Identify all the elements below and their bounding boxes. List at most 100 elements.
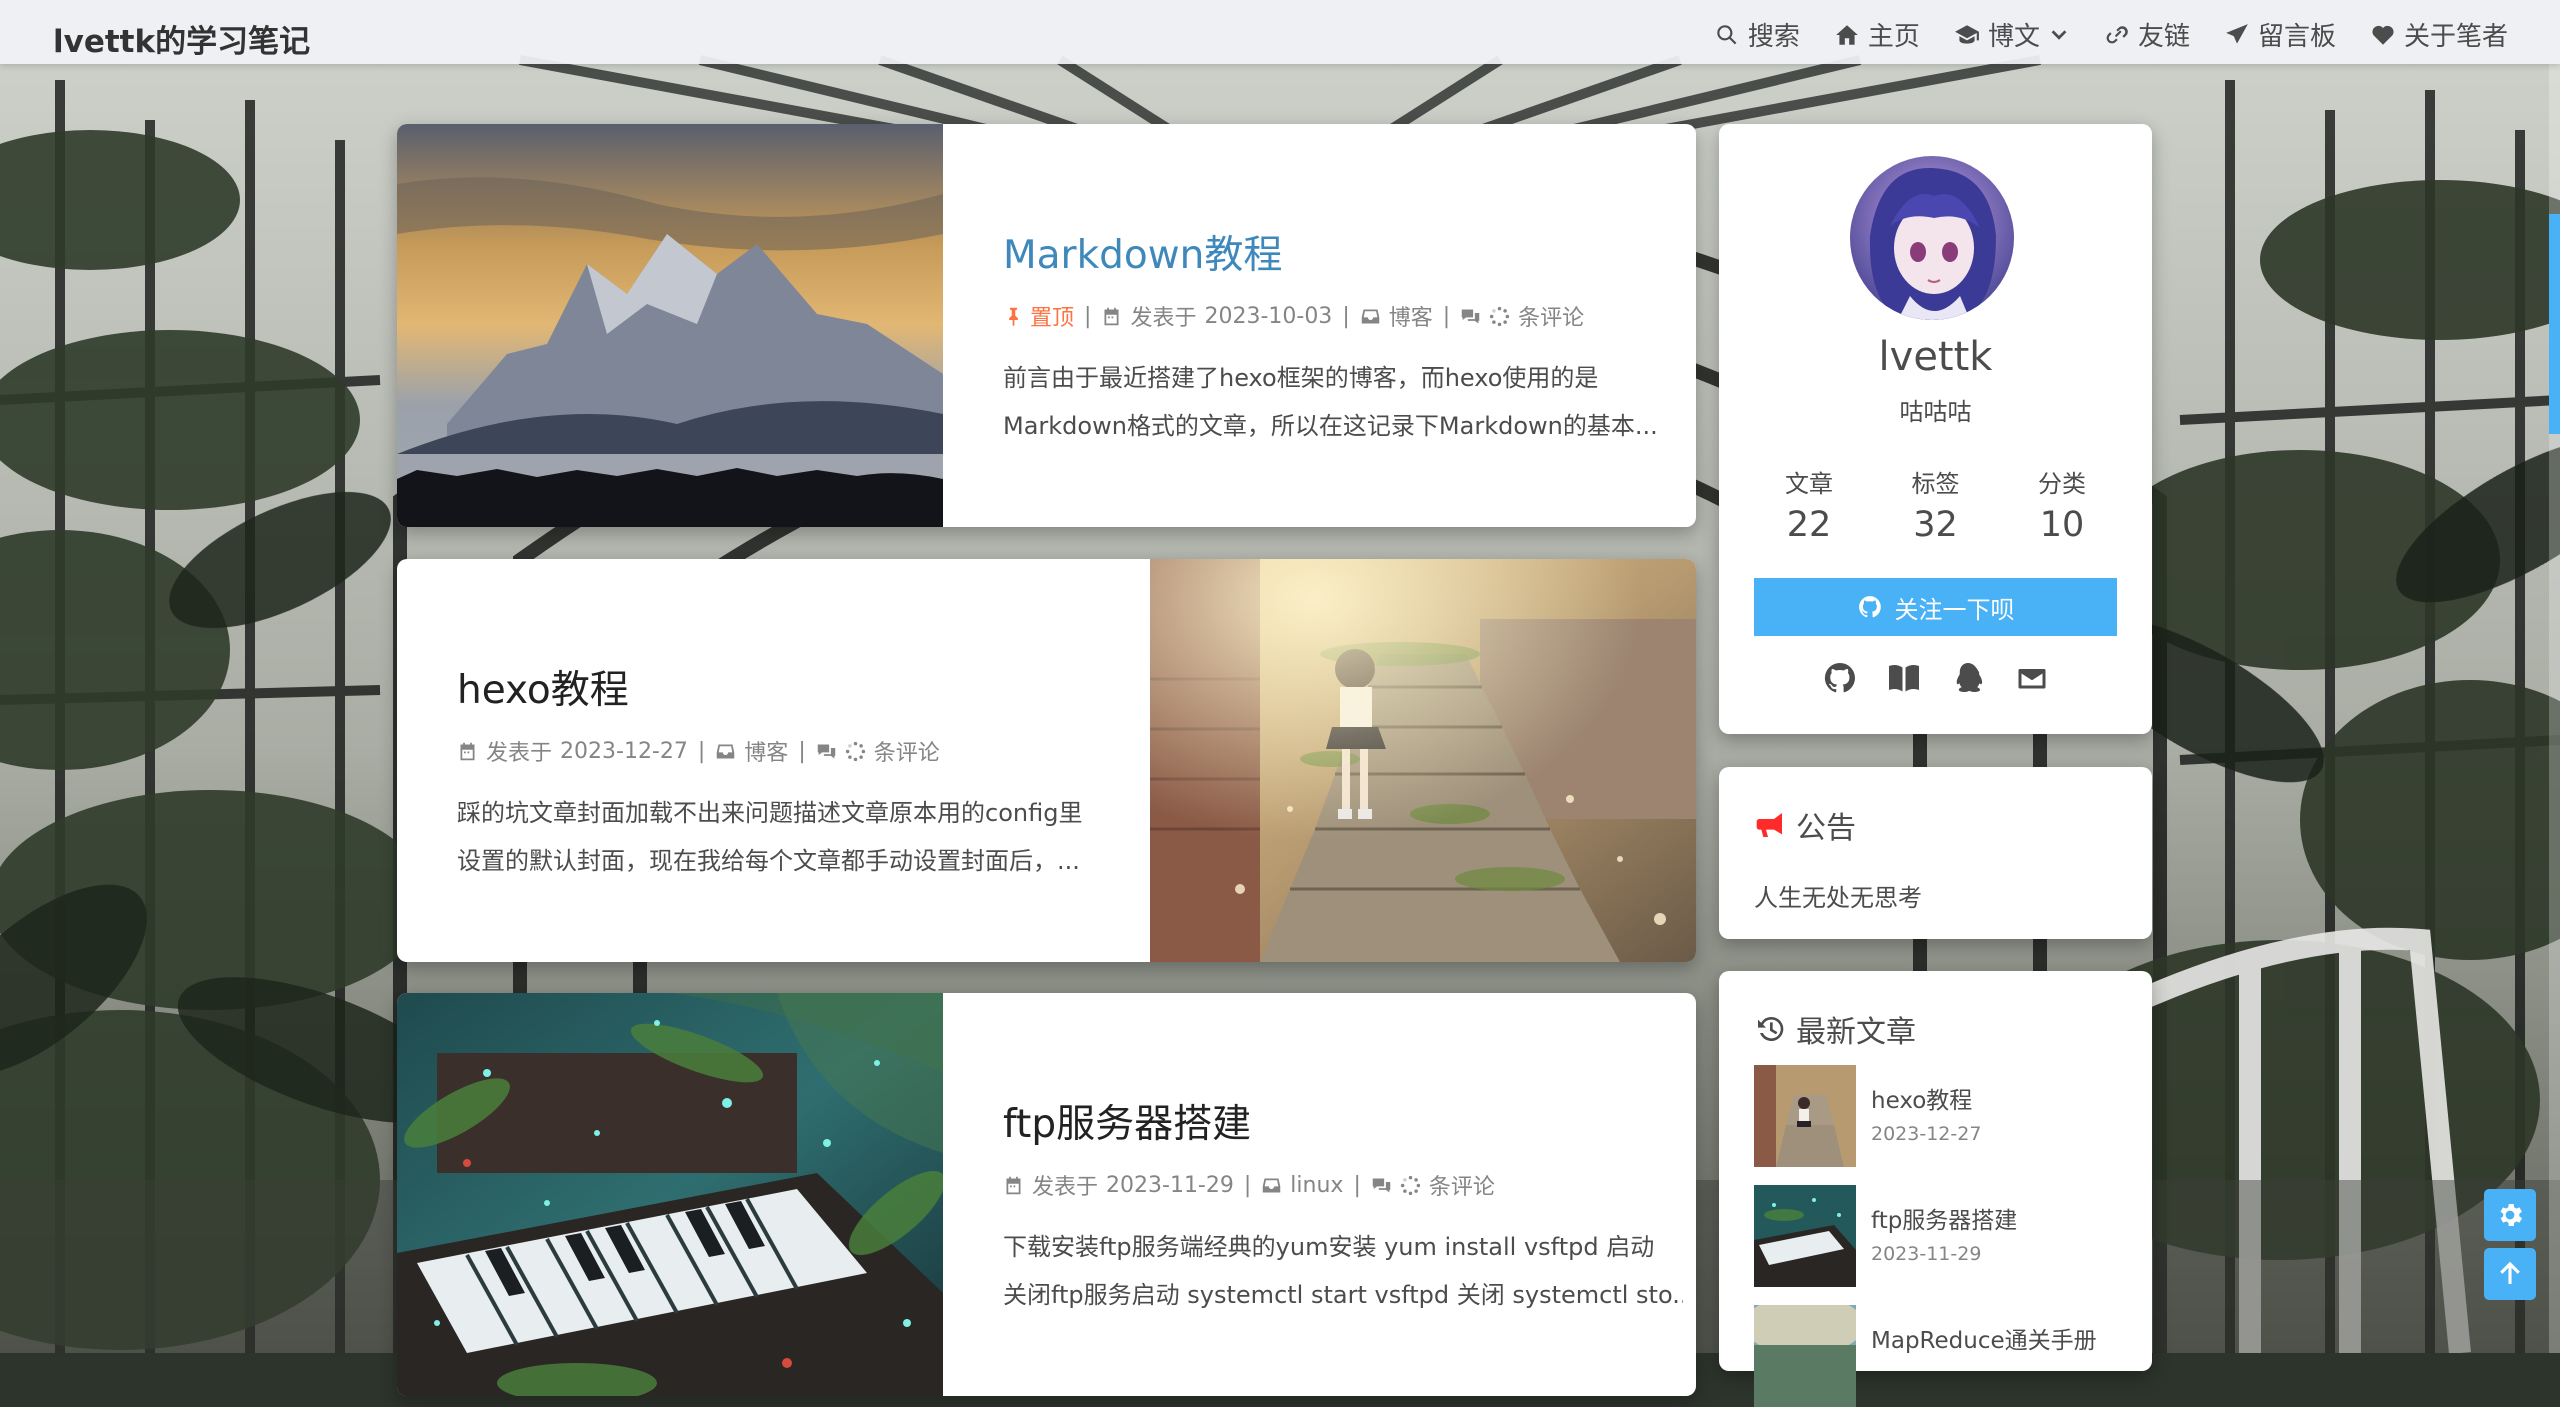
excerpt-line: 前言由于最近搭建了hexo框架的博客，而hexo使用的是 bbox=[1003, 364, 1599, 392]
nav-item-label: 搜索 bbox=[1747, 22, 1800, 52]
recent-post-thumbnail[interactable] bbox=[1754, 1305, 1856, 1407]
meta-separator: | bbox=[798, 738, 806, 764]
post-card[interactable]: hexo教程 发表于 2023-12-27 | 博客 | 条评论 踩的坑文章封面… bbox=[397, 559, 1696, 962]
nav-item-about[interactable]: 关于笔者 bbox=[2370, 16, 2508, 53]
recent-post-thumbnail[interactable] bbox=[1754, 1065, 1856, 1167]
post-date-prefix: 发表于 bbox=[486, 741, 553, 766]
nav-item-links[interactable]: 友链 bbox=[2104, 16, 2190, 53]
arrow-up-icon bbox=[2500, 1261, 2520, 1284]
nav-item-home[interactable]: 主页 bbox=[1834, 16, 1920, 53]
post-meta: 发表于 2023-11-29 | linux | 条评论 bbox=[1003, 1169, 1683, 1201]
author-name: lvettk bbox=[1878, 334, 1993, 380]
post-cover-anime-girl-on-stairs-image[interactable] bbox=[1150, 559, 1696, 962]
settings-button[interactable] bbox=[2484, 1189, 2536, 1241]
author-card: lvettk 咕咕咕 文章 22 标签 32 分类 10 关注一下呗 bbox=[1719, 124, 2152, 734]
github-icon bbox=[1858, 596, 1881, 618]
stat-tags[interactable]: 标签 32 bbox=[1881, 464, 1991, 545]
post-meta: 置顶 | 发表于 2023-10-03 | 博客 | 条评论 bbox=[1003, 300, 1683, 332]
scrollbar-thumb[interactable] bbox=[2549, 214, 2560, 434]
meta-separator: | bbox=[1342, 303, 1350, 329]
bullhorn-icon bbox=[1756, 813, 1782, 837]
sticky-label: 置顶 bbox=[1030, 306, 1075, 331]
avatar[interactable] bbox=[1850, 156, 2014, 320]
heart-icon bbox=[2372, 25, 2394, 45]
recent-post-title[interactable]: hexo教程 bbox=[1871, 1081, 1972, 1115]
nav-item-label: 主页 bbox=[1867, 22, 1920, 52]
inbox-icon bbox=[717, 744, 735, 758]
nav-item-guestbook[interactable]: 留言板 bbox=[2224, 16, 2336, 53]
post-category[interactable]: linux bbox=[1290, 1173, 1343, 1198]
meta-separator: | bbox=[1243, 1172, 1252, 1198]
recent-post-item[interactable]: MapReduce通关手册 bbox=[1754, 1305, 2117, 1407]
loading-spinner-icon bbox=[1400, 1175, 1420, 1195]
recent-post-item[interactable]: ftp服务器搭建 2023-11-29 bbox=[1754, 1185, 2117, 1287]
follow-button[interactable]: 关注一下呗 bbox=[1754, 578, 2117, 636]
nav-item-search[interactable]: 搜索 bbox=[1714, 16, 1800, 53]
recent-posts-heading: 最新文章 bbox=[1754, 1007, 1916, 1051]
comments-icon bbox=[817, 744, 835, 758]
post-info: hexo教程 发表于 2023-12-27 | 博客 | 条评论 踩的坑文章封面… bbox=[457, 659, 1137, 885]
github-icon[interactable] bbox=[1822, 660, 1858, 696]
recent-posts-card: 最新文章 hexo教程 2023-12-27 ftp服务器搭建 2023-11-… bbox=[1719, 971, 2152, 1407]
nav-item-label: 博文 bbox=[1987, 22, 2040, 52]
post-info: ftp服务器搭建 发表于 2023-11-29 | linux | 条评论 下载… bbox=[1003, 1093, 1683, 1319]
post-title[interactable]: ftp服务器搭建 bbox=[1003, 1093, 1683, 1149]
post-excerpt: 踩的坑文章封面加载不出来问题描述文章原本用的config里 设置的默认封面，现在… bbox=[457, 789, 1137, 885]
nav-item-posts[interactable]: 博文 bbox=[1954, 16, 2070, 53]
excerpt-line: 设置的默认封面，现在我给每个文章都手动设置封面后，... bbox=[457, 847, 1080, 875]
social-links bbox=[1719, 660, 2152, 696]
post-date: 2023-11-29 bbox=[1106, 1172, 1234, 1198]
qq-icon[interactable] bbox=[1950, 660, 1986, 696]
back-to-top-button[interactable] bbox=[2484, 1248, 2536, 1300]
stat-categories[interactable]: 分类 10 bbox=[2007, 464, 2117, 545]
link-icon bbox=[2106, 25, 2128, 43]
post-category[interactable]: 博客 bbox=[744, 735, 788, 767]
stat-articles[interactable]: 文章 22 bbox=[1754, 464, 1864, 545]
book-icon[interactable] bbox=[1886, 660, 1922, 696]
graduation-cap-icon bbox=[1955, 24, 1979, 44]
post-date: 2023-10-03 bbox=[1204, 303, 1333, 329]
recent-post-item[interactable]: hexo教程 2023-12-27 bbox=[1754, 1065, 2117, 1167]
stat-value: 22 bbox=[1786, 505, 1832, 545]
nav-menu: 搜索 主页 博文 友链 留言板 关于笔者 bbox=[1714, 16, 2508, 53]
nav-item-label: 友链 bbox=[2137, 22, 2190, 52]
post-comments-label[interactable]: 条评论 bbox=[1429, 1169, 1495, 1201]
recent-post-title[interactable]: MapReduce通关手册 bbox=[1871, 1321, 2097, 1355]
site-title[interactable]: lvettk的学习笔记 bbox=[53, 16, 310, 61]
loading-spinner-icon bbox=[845, 741, 865, 761]
history-icon bbox=[1758, 1016, 1784, 1041]
post-comments-label[interactable]: 条评论 bbox=[1518, 300, 1584, 332]
inbox-icon bbox=[1263, 1178, 1281, 1192]
post-title[interactable]: hexo教程 bbox=[457, 659, 1137, 715]
stat-value: 32 bbox=[1913, 505, 1958, 545]
post-card[interactable]: ftp服务器搭建 发表于 2023-11-29 | linux | 条评论 下载… bbox=[397, 993, 1696, 1396]
post-date: 2023-12-27 bbox=[560, 738, 688, 764]
comments-icon bbox=[1372, 1178, 1391, 1192]
announcement-text: 人生无处无思考 bbox=[1754, 884, 1922, 912]
stat-value: 10 bbox=[2039, 505, 2085, 545]
post-cover-overgrown-piano-image[interactable] bbox=[397, 993, 943, 1396]
post-excerpt: 下载安装ftp服务端经典的yum安装 yum install vsftpd 启动… bbox=[1003, 1223, 1683, 1319]
post-meta: 发表于 2023-12-27 | 博客 | 条评论 bbox=[457, 735, 1137, 767]
post-date-prefix: 发表于 bbox=[1130, 306, 1197, 331]
calendar-icon bbox=[1006, 1176, 1021, 1194]
stat-label: 分类 bbox=[2038, 470, 2086, 498]
top-navbar: lvettk的学习笔记 搜索 主页 博文 友链 留言板 关于笔者 bbox=[0, 0, 2560, 64]
author-stats: 文章 22 标签 32 分类 10 bbox=[1754, 464, 2117, 545]
post-card[interactable]: Markdown教程 置顶 | 发表于 2023-10-03 | 博客 | 条评… bbox=[397, 124, 1696, 527]
post-cover-mountain-sunset-image[interactable] bbox=[397, 124, 943, 527]
follow-button-label: 关注一下呗 bbox=[1894, 595, 2015, 624]
mail-icon[interactable] bbox=[2014, 660, 2050, 696]
excerpt-line: 关闭ftp服务启动 systemctl start vsftpd 关闭 syst… bbox=[1003, 1281, 1683, 1309]
sticky-badge: 置顶 bbox=[1003, 300, 1074, 332]
recent-post-thumbnail[interactable] bbox=[1754, 1185, 1856, 1287]
post-excerpt: 前言由于最近搭建了hexo框架的博客，而hexo使用的是 Markdown格式的… bbox=[1003, 354, 1683, 450]
author-description: 咕咕咕 bbox=[1899, 398, 1972, 426]
meta-separator: | bbox=[1084, 303, 1092, 329]
post-title[interactable]: Markdown教程 bbox=[1003, 224, 1683, 280]
stat-label: 标签 bbox=[1911, 470, 1960, 498]
thumbtack-icon bbox=[1009, 307, 1018, 326]
post-category[interactable]: 博客 bbox=[1389, 300, 1433, 332]
post-comments-label[interactable]: 条评论 bbox=[874, 735, 940, 767]
recent-post-title[interactable]: ftp服务器搭建 bbox=[1871, 1201, 2017, 1235]
